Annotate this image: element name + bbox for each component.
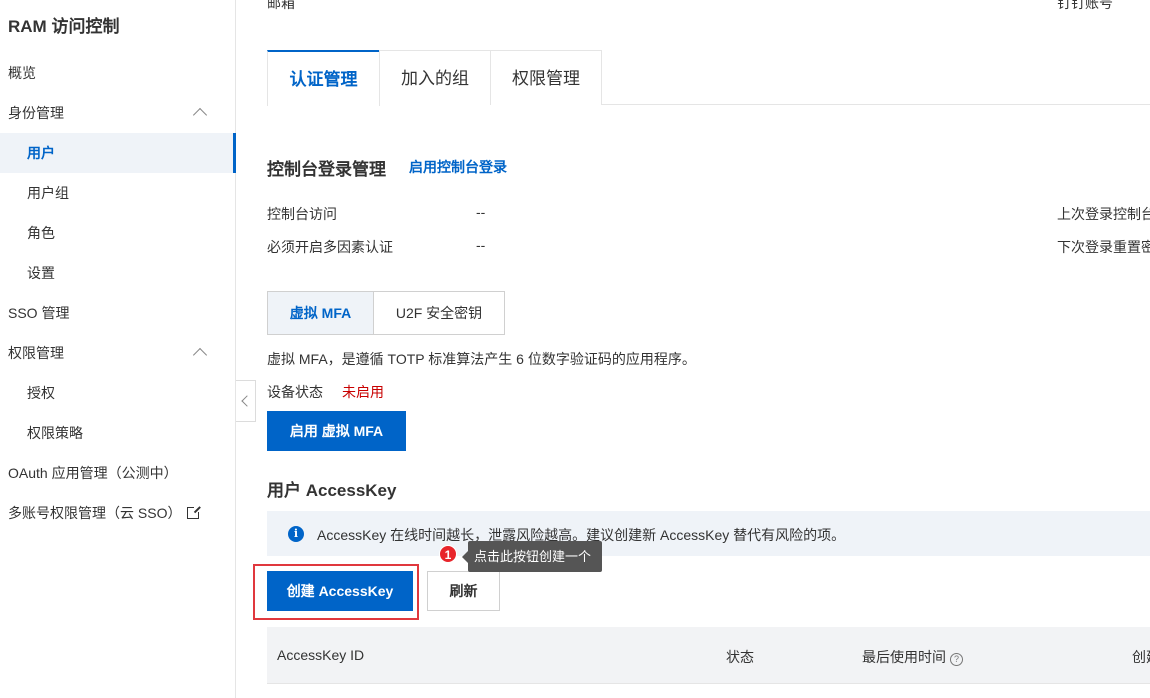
sidebar-collapse-button[interactable] [236, 380, 256, 422]
device-status-value: 未启用 [342, 384, 384, 400]
sidebar-item-label: 概览 [8, 65, 36, 81]
console-login-title: 控制台登录管理 [267, 160, 386, 179]
column-last-used-label: 最后使用时间 [862, 649, 946, 665]
mfa-description: 虚拟 MFA，是遵循 TOTP 标准算法产生 6 位数字验证码的应用程序。 [267, 351, 696, 367]
sidebar-item-label: 授权 [27, 385, 55, 401]
device-status-label: 设备状态 [267, 384, 323, 400]
external-link-icon [187, 505, 202, 519]
sidebar-item-label: 用户组 [27, 185, 69, 201]
sidebar: RAM 访问控制 概览 身份管理 用户 用户组 角色 设置 SSO 管理 权限管… [0, 0, 236, 698]
sidebar-item-label: 身份管理 [8, 105, 64, 121]
sidebar-item-overview[interactable]: 概览 [0, 53, 235, 93]
mfa-required-label: 必须开启多因素认证 [267, 239, 393, 255]
email-label: 邮箱 [267, 0, 295, 11]
step-badge: 1 [439, 545, 457, 563]
info-icon: i [288, 526, 304, 542]
tab-permissions[interactable]: 权限管理 [490, 50, 602, 105]
chevron-up-icon [192, 347, 208, 363]
console-access-value: -- [476, 204, 486, 220]
refresh-button[interactable]: 刷新 [427, 571, 500, 611]
sidebar-item-oauth[interactable]: OAuth 应用管理（公测中） [0, 453, 235, 493]
virtual-mfa-segment[interactable]: 虚拟 MFA [268, 292, 374, 334]
mfa-required-value: -- [476, 237, 486, 253]
sidebar-item-label: 多账号权限管理（云 SSO） [8, 505, 182, 521]
u2f-key-segment[interactable]: U2F 安全密钥 [374, 292, 504, 334]
accesskey-table-header: AccessKey ID 状态 最后使用时间? 创建 [267, 627, 1150, 684]
mfa-type-switch: 虚拟 MFA U2F 安全密钥 [267, 291, 505, 335]
sidebar-item-label: 角色 [27, 225, 55, 241]
sidebar-item-roles[interactable]: 角色 [0, 213, 235, 253]
sidebar-item-label: 权限管理 [8, 345, 64, 361]
sidebar-item-cloud-sso[interactable]: 多账号权限管理（云 SSO） [0, 493, 235, 533]
sidebar-item-label: 权限策略 [27, 425, 83, 441]
last-login-label: 上次登录控制台 [1057, 206, 1150, 222]
chevron-up-icon [192, 107, 208, 123]
column-status: 状态 [726, 649, 754, 665]
help-icon[interactable]: ? [950, 653, 963, 666]
enable-virtual-mfa-button[interactable]: 启用 虚拟 MFA [267, 411, 406, 451]
column-last-used: 最后使用时间? [862, 647, 963, 667]
sidebar-item-label: OAuth 应用管理（公测中） [8, 465, 178, 481]
sidebar-item-label: 用户 [27, 145, 55, 161]
sidebar-group-identity[interactable]: 身份管理 [0, 93, 235, 133]
app-title: RAM 访问控制 [8, 17, 120, 36]
enable-console-login-link[interactable]: 启用控制台登录 [409, 157, 507, 177]
accesskey-notice: i AccessKey 在线时间越长，泄露风险越高。建议创建新 AccessKe… [267, 511, 1150, 556]
sidebar-item-label: 设置 [27, 265, 55, 281]
column-created: 创建 [1132, 649, 1150, 665]
sidebar-item-grants[interactable]: 授权 [0, 373, 235, 413]
hint-tooltip: 点击此按钮创建一个 [462, 541, 602, 572]
sidebar-item-policies[interactable]: 权限策略 [0, 413, 235, 453]
accesskey-title: 用户 AccessKey [267, 481, 397, 500]
sidebar-item-user-groups[interactable]: 用户组 [0, 173, 235, 213]
sidebar-item-users[interactable]: 用户 [0, 133, 236, 173]
column-accesskey-id: AccessKey ID [277, 647, 365, 663]
tab-authentication[interactable]: 认证管理 [267, 50, 380, 106]
reset-password-label: 下次登录重置密 [1057, 239, 1150, 255]
detail-tabs: 认证管理 加入的组 权限管理 [267, 50, 1150, 106]
highlight-box [253, 564, 419, 620]
sidebar-group-permissions[interactable]: 权限管理 [0, 333, 235, 373]
tab-groups[interactable]: 加入的组 [379, 50, 491, 105]
sidebar-item-sso[interactable]: SSO 管理 [0, 293, 235, 333]
dingtalk-label: 钉钉账号 [1057, 0, 1113, 11]
sidebar-item-settings[interactable]: 设置 [0, 253, 235, 293]
console-access-label: 控制台访问 [267, 206, 337, 222]
chevron-left-icon [241, 395, 253, 407]
sidebar-item-label: SSO 管理 [8, 305, 70, 321]
sidebar-item-label-wrap: 多账号权限管理（云 SSO） [8, 493, 202, 533]
